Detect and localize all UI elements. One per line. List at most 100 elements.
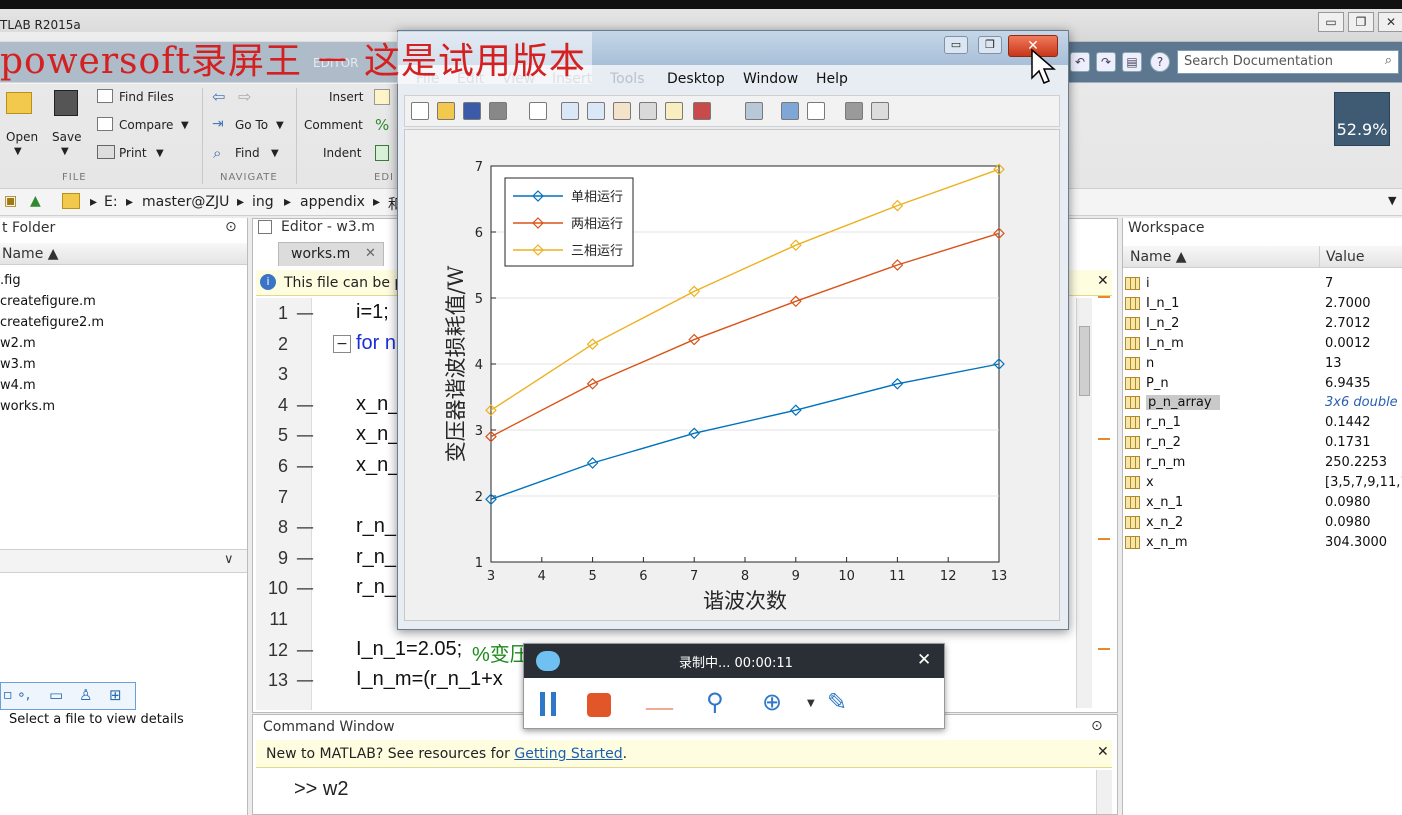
forward-arrow-icon[interactable]: ⇨ (238, 87, 251, 106)
data-cursor-icon[interactable] (665, 102, 683, 120)
webcam-dropdown-icon[interactable]: ▼ (807, 698, 815, 709)
undo-icon[interactable]: ↶ (1070, 52, 1090, 72)
user-icon[interactable]: ♙ (79, 686, 92, 704)
draw-pencil-icon[interactable]: ✎ (827, 688, 847, 716)
command-window-actions-icon[interactable]: ⊙ (1091, 718, 1103, 734)
figure-menu-help[interactable]: Help (816, 71, 848, 87)
workspace-variable-name[interactable]: x_n_m (1146, 535, 1188, 550)
comment-button[interactable]: Comment (304, 118, 363, 132)
grid-icon[interactable]: ⊞ (109, 686, 122, 704)
code-line[interactable]: r_n_ (356, 576, 396, 599)
open-button[interactable]: Open (6, 130, 38, 144)
legend-entry[interactable]: 单相运行 (571, 190, 623, 205)
figure-menu-tools[interactable]: Tools (610, 71, 645, 87)
file-item[interactable]: createfigure2.m (0, 315, 104, 330)
open-folder-icon[interactable] (6, 92, 32, 114)
workspace-variable-name[interactable]: r_n_1 (1146, 415, 1181, 430)
editor-scroll-thumb[interactable] (1079, 326, 1090, 396)
pen-tool-icon[interactable]: ⚲ (706, 688, 724, 716)
breakpoint-dash[interactable]: — (296, 640, 314, 661)
hide-plot-tools-icon[interactable] (845, 102, 863, 120)
file-item[interactable]: w4.m (0, 378, 36, 393)
breakpoint-dash[interactable]: — (296, 578, 314, 599)
breakpoint-dash[interactable]: — (296, 670, 314, 691)
save-dropdown-icon[interactable]: ▼ (61, 146, 69, 157)
go-to-dropdown-icon[interactable]: ▼ (276, 120, 284, 131)
webcam-add-icon[interactable]: ⊕ (762, 688, 782, 716)
file-item[interactable]: w3.m (0, 357, 36, 372)
close-app-button[interactable]: ✕ (1378, 12, 1402, 32)
breakpoint-dash[interactable]: — (296, 517, 314, 538)
zoom-in-icon[interactable] (561, 102, 579, 120)
legend-icon[interactable] (807, 102, 825, 120)
switch-windows-icon[interactable]: ▤ (1122, 52, 1142, 72)
file-item[interactable]: .fig (0, 273, 21, 288)
code-line[interactable]: r_n_ (356, 546, 396, 569)
file-item[interactable]: createfigure.m (0, 294, 96, 309)
code-analyzer-mark[interactable] (1098, 296, 1110, 298)
print-dropdown-icon[interactable]: ▼ (156, 148, 164, 159)
legend-entry[interactable]: 两相运行 (571, 217, 623, 232)
code-line[interactable]: for n (356, 332, 396, 355)
breakpoint-dash[interactable]: — (296, 395, 314, 416)
compare-button[interactable]: Compare (119, 118, 173, 132)
pan-icon[interactable] (613, 102, 631, 120)
search-documentation-input[interactable]: Search Documentation ⌕ (1177, 50, 1399, 74)
file-item[interactable]: works.m (0, 399, 55, 414)
brush-icon[interactable] (693, 102, 711, 120)
edit-plot-icon[interactable] (529, 102, 547, 120)
breadcrumb-appendix[interactable]: appendix (300, 194, 365, 210)
workspace-variable-name[interactable]: i (1146, 276, 1150, 291)
code-analyzer-mark[interactable] (1098, 438, 1110, 440)
find-button[interactable]: Find (235, 146, 260, 160)
legend-entry[interactable]: 三相运行 (571, 244, 623, 259)
code-line[interactable]: x_n_ (356, 423, 399, 446)
file-item[interactable]: w2.m (0, 336, 36, 351)
rotate-3d-icon[interactable] (639, 102, 657, 120)
code-line[interactable]: x_n_ (356, 393, 399, 416)
editor-notice-close-icon[interactable]: ✕ (1097, 273, 1109, 289)
show-plot-tools-icon[interactable] (871, 102, 889, 120)
editor-tab[interactable]: works.m ✕ (278, 242, 384, 266)
workspace-variable-name[interactable]: I_n_1 (1146, 296, 1179, 311)
workspace-variable-name[interactable]: n (1146, 356, 1154, 371)
workspace-variable-name[interactable]: I_n_m (1146, 336, 1184, 351)
back-arrow-icon[interactable]: ⇦ (212, 87, 225, 106)
insert-button[interactable]: Insert (329, 90, 363, 104)
compare-dropdown-icon[interactable]: ▼ (181, 120, 189, 131)
code-line[interactable]: x_n_ (356, 454, 399, 477)
code-analyzer-mark[interactable] (1098, 538, 1110, 540)
find-files-button[interactable]: Find Files (119, 90, 174, 104)
link-plot-icon[interactable] (745, 102, 763, 120)
figure-menu-window[interactable]: Window (743, 71, 798, 87)
help-icon[interactable]: ? (1150, 52, 1170, 72)
workspace-variable-name[interactable]: p_n_array (1146, 395, 1220, 411)
code-line[interactable]: i=1; (356, 301, 389, 324)
workspace-variable-name[interactable]: I_n_2 (1146, 316, 1179, 331)
go-to-button[interactable]: Go To (235, 118, 268, 132)
breadcrumb-master[interactable]: master@ZJU (142, 194, 229, 210)
workspace-variable-name[interactable]: r_n_2 (1146, 435, 1181, 450)
print-button[interactable]: Print (119, 146, 147, 160)
breakpoint-dash[interactable]: — (296, 425, 314, 446)
breakpoint-dash[interactable]: — (296, 548, 314, 569)
colorbar-icon[interactable] (781, 102, 799, 120)
link-icon[interactable]: ▫ ∘, (3, 687, 30, 703)
pause-icon[interactable] (540, 692, 556, 716)
stop-icon[interactable] (587, 693, 611, 717)
figure-maximize-button[interactable]: ❐ (978, 36, 1002, 54)
command-notice-close-icon[interactable]: ✕ (1097, 744, 1109, 760)
getting-started-link[interactable]: Getting Started (514, 746, 622, 762)
chat-icon[interactable]: ▭ (49, 686, 63, 704)
open-file-icon[interactable] (437, 102, 455, 120)
code-line[interactable]: r_n_ (356, 515, 396, 538)
find-dropdown-icon[interactable]: ▼ (271, 148, 279, 159)
code-analyzer-mark[interactable] (1098, 648, 1110, 650)
details-collapse-icon[interactable]: ∨ (224, 552, 234, 567)
minimize-button[interactable]: ▭ (1318, 12, 1344, 32)
new-figure-icon[interactable] (411, 102, 429, 120)
column-name-header[interactable]: Name ▲ (2, 246, 59, 262)
figure-minimize-button[interactable]: ▭ (944, 36, 968, 54)
breakpoint-dash[interactable]: — (296, 303, 314, 324)
workspace-value-header[interactable]: Value (1326, 249, 1364, 265)
